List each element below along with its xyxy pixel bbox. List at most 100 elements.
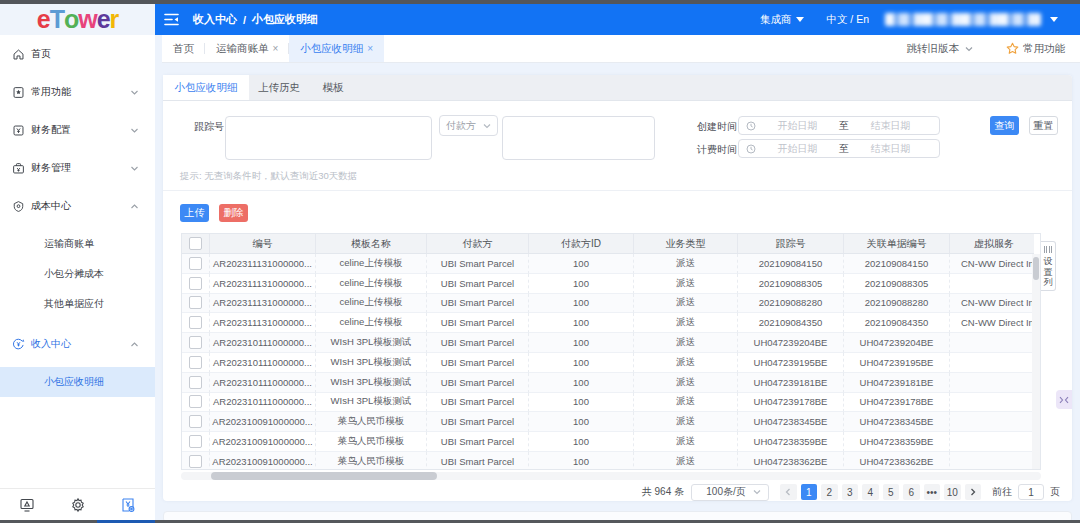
row-checkbox[interactable] [189,455,202,468]
table-cell [950,452,1034,470]
vertical-scrollbar-thumb[interactable] [1033,257,1039,280]
page-number-button[interactable]: ••• [924,484,941,501]
sidebar-item[interactable]: 财务配置 [0,111,155,149]
sidebar-item-label: 常用功能 [31,85,130,99]
caret-down-icon [796,17,804,22]
table-cell [950,432,1034,452]
appbar-right: 集成商 中文 / En [760,13,1080,27]
row-checkbox[interactable] [189,316,202,329]
sidebar: eTower 首页 常用功能 [0,4,155,523]
start-date-placeholder: 开始日期 [756,119,839,133]
row-checkbox[interactable] [189,435,202,448]
page-number-button[interactable]: 10 [944,484,961,501]
sidebar-item[interactable]: 常用功能 [0,73,155,111]
gear-icon[interactable] [70,497,86,513]
table-header-cell[interactable]: 模板名称 [316,234,427,254]
billed-time-range[interactable]: 开始日期 至 结束日期 [738,139,940,158]
row-checkbox[interactable] [189,296,202,309]
sidebar-subitem[interactable]: 其他单据应付 [0,289,155,319]
table-cell: 100 [529,254,634,274]
row-checkbox[interactable] [189,356,202,369]
created-time-range[interactable]: 开始日期 至 结束日期 [738,116,940,135]
table-row: AR202310111000000...WIsH 3PL模板测试UBI Smar… [182,333,1034,353]
reset-button[interactable]: 重置 [1029,116,1058,135]
row-checkbox[interactable] [189,257,202,270]
sidebar-item[interactable]: 成本中心 [0,187,155,225]
sidebar-subitem[interactable]: 运输商账单 [0,229,155,259]
drawer-collapse-handle[interactable] [1056,390,1072,409]
app-header: 收入中心 / 小包应收明细 集成商 中文 / En [155,4,1080,35]
breadcrumb-parent[interactable]: 收入中心 [193,12,237,27]
tracking-number-textarea[interactable] [225,116,432,160]
table-header-cell[interactable]: 付款方 [427,234,529,254]
row-checkbox[interactable] [189,336,202,349]
app-logo[interactable]: eTower [0,4,155,35]
panel-tab[interactable]: 上传历史 [249,75,309,100]
select-all-checkbox[interactable] [189,237,202,250]
table-cell [950,274,1034,294]
chevron-down-icon [753,488,761,496]
table-header-cell[interactable]: 跟踪号 [738,234,844,254]
page-number-button[interactable]: 3 [842,484,859,501]
page-number-button[interactable]: 1 [801,484,818,501]
chevron-icon [130,126,139,135]
user-caret-down-icon[interactable] [1050,17,1058,22]
jump-page-input[interactable] [1018,484,1044,500]
sidebar-subitem[interactable]: 小包应收明细 [0,367,155,397]
upload-button[interactable]: 上传 [180,204,209,222]
table-header-cell[interactable]: 编号 [210,234,316,254]
page-number-button[interactable]: 6 [903,484,920,501]
user-account-redacted[interactable] [885,13,1041,26]
page-tab[interactable]: 首页 [162,35,205,62]
close-tab-icon[interactable]: × [367,44,373,54]
horizontal-scrollbar-thumb[interactable] [211,472,437,480]
sidebar-item[interactable]: 收入中心 [0,325,155,363]
favorite-functions[interactable]: 常用功能 [1006,42,1065,56]
table-cell: 派送 [634,254,738,274]
table-cell: 派送 [634,353,738,373]
language-switch[interactable]: 中文 / En [826,13,869,27]
old-version-label: 跳转旧版本 [907,42,960,56]
sidebar-item[interactable]: 首页 [0,35,155,73]
sidebar-item[interactable]: 财务管理 [0,149,155,187]
table-cell: AR202310111000000... [210,333,316,353]
integrator-dropdown[interactable]: 集成商 [760,13,805,27]
payer-select[interactable]: 付款方 [439,115,498,136]
page-tab[interactable]: 小包应收明细 × [289,35,384,62]
panel-tab[interactable]: 小包应收明细 [163,75,249,100]
row-checkbox[interactable] [189,277,202,290]
page-tab[interactable]: 运输商账单 × [205,35,289,62]
page-number-button[interactable]: 2 [821,484,838,501]
table-header-cell[interactable]: 虚拟服务 [950,234,1034,254]
switch-old-version[interactable]: 跳转旧版本 [907,42,974,56]
vertical-scrollbar[interactable] [1032,254,1040,470]
delete-button[interactable]: 删除 [219,204,248,222]
row-checkbox[interactable] [189,395,202,408]
table-header-cell[interactable]: 付款方ID [529,234,634,254]
table-cell: 菜鸟人民币模板 [316,412,427,432]
clock-icon [746,121,756,131]
sidebar-subitem[interactable]: 小包分摊成本 [0,259,155,289]
pagination: 共 964 条 100条/页 123456•••10 前往 [642,482,1060,502]
column-settings-tab[interactable]: 设置列 [1041,241,1056,291]
query-button[interactable]: 查询 [990,116,1019,135]
close-tab-icon[interactable]: × [273,44,279,54]
table-cell [950,393,1034,413]
page-number-button[interactable]: 4 [862,484,879,501]
table-header-cell[interactable]: 关联单据编号 [844,234,950,254]
page-size-select[interactable]: 100条/页 [691,484,769,501]
menu-fold-icon[interactable] [164,13,179,26]
table-cell: UH047239195BE [738,353,844,373]
prev-page-button[interactable] [780,484,797,501]
row-checkbox[interactable] [189,415,202,428]
payer-value-textarea[interactable] [502,116,655,160]
table-header-cell[interactable]: 业务类型 [634,234,738,254]
table-cell: UBI Smart Parcel [427,353,529,373]
next-page-button[interactable] [965,484,982,501]
monitor-icon[interactable] [19,497,35,513]
panel-tab[interactable]: 模板 [309,75,357,100]
row-checkbox[interactable] [189,376,202,389]
page-number-button[interactable]: 5 [883,484,900,501]
billing-settings-icon[interactable] [120,497,136,513]
horizontal-scrollbar[interactable] [181,472,1041,480]
